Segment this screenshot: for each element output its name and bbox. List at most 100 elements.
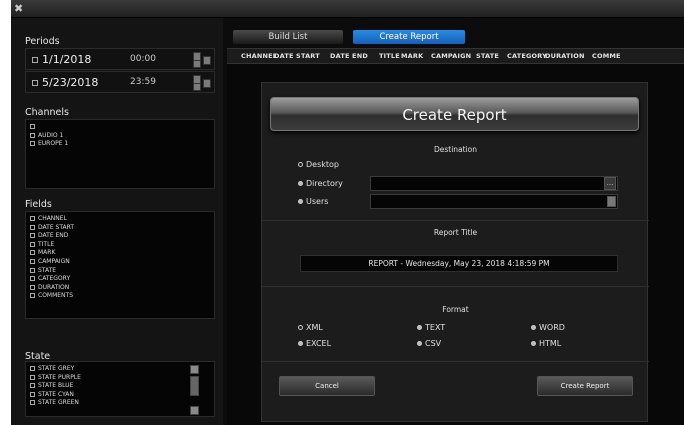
format-csv-option[interactable]: CSV bbox=[417, 339, 441, 348]
period-start-time[interactable]: 00:00 bbox=[130, 54, 156, 64]
state-item[interactable]: STATE CYAN bbox=[30, 391, 210, 400]
users-dropdown-icon[interactable] bbox=[607, 196, 616, 207]
channel-item[interactable]: EUROPE 1 bbox=[30, 140, 210, 149]
state-item[interactable]: STATE BLUE bbox=[30, 382, 210, 391]
divider bbox=[262, 286, 649, 287]
list-item-checkbox[interactable] bbox=[30, 391, 35, 397]
column-header[interactable]: STATE bbox=[476, 52, 499, 60]
list-item-checkbox[interactable] bbox=[30, 400, 35, 406]
destination-desktop-radio[interactable] bbox=[298, 162, 303, 167]
format-excel-radio[interactable] bbox=[298, 341, 303, 346]
format-excel-option[interactable]: EXCEL bbox=[298, 339, 331, 348]
field-item[interactable]: CAMPAIGN bbox=[30, 258, 210, 267]
period-start-date[interactable]: 1/1/2018 bbox=[42, 53, 91, 66]
format-csv-radio[interactable] bbox=[417, 341, 422, 346]
channel-item[interactable]: AUDIO 1 bbox=[30, 132, 210, 141]
destination-label: Destination bbox=[433, 145, 478, 154]
field-item[interactable]: MARK bbox=[30, 249, 210, 258]
format-word-option[interactable]: WORD bbox=[531, 323, 565, 332]
state-item[interactable]: STATE GREEN bbox=[30, 399, 210, 408]
directory-path-input[interactable]: ... bbox=[370, 176, 618, 191]
create-report-dialog: Create Report Destination Desktop Direct… bbox=[261, 82, 649, 422]
list-item-checkbox[interactable] bbox=[30, 216, 35, 221]
column-header[interactable]: TITLE bbox=[379, 52, 400, 60]
cancel-button[interactable]: Cancel bbox=[279, 376, 375, 396]
field-item[interactable]: DATE START bbox=[30, 224, 210, 233]
destination-users-radio[interactable] bbox=[298, 199, 303, 204]
list-item-checkbox[interactable] bbox=[30, 374, 35, 380]
state-scroll-down[interactable] bbox=[190, 406, 199, 415]
app-logo-icon[interactable]: ✖ bbox=[14, 3, 26, 15]
report-title-input[interactable]: REPORT - Wednesday, May 23, 2018 4:18:59… bbox=[300, 255, 618, 272]
list-item-checkbox[interactable] bbox=[30, 233, 35, 239]
channel-item[interactable] bbox=[30, 123, 210, 132]
format-word-radio[interactable] bbox=[531, 325, 536, 330]
field-item[interactable]: TITLE bbox=[30, 241, 210, 250]
create-report-button[interactable]: Create Report bbox=[537, 376, 633, 396]
column-header[interactable]: DURATION bbox=[545, 52, 585, 60]
list-item-checkbox[interactable] bbox=[30, 293, 35, 299]
field-item[interactable]: DATE END bbox=[30, 232, 210, 241]
list-item-checkbox[interactable] bbox=[30, 258, 35, 264]
field-item[interactable]: CHANNEL bbox=[30, 215, 210, 224]
format-xml-option[interactable]: XML bbox=[298, 323, 323, 332]
format-html-radio[interactable] bbox=[531, 341, 536, 346]
destination-users-option[interactable]: Users bbox=[298, 197, 328, 206]
list-item-checkbox[interactable] bbox=[30, 141, 35, 147]
list-item-checkbox[interactable] bbox=[30, 383, 35, 389]
column-header[interactable]: MARK bbox=[401, 52, 423, 60]
period-end-time[interactable]: 23:59 bbox=[130, 77, 156, 87]
list-item-checkbox[interactable] bbox=[30, 284, 35, 290]
column-header[interactable]: CAMPAIGN bbox=[431, 52, 471, 60]
state-list[interactable]: STATE GREY STATE PURPLE STATE BLUE STATE CY… bbox=[25, 361, 215, 417]
field-item[interactable]: CATEGORY bbox=[30, 275, 210, 284]
format-text-radio[interactable] bbox=[417, 325, 422, 330]
tab-create-report[interactable]: Create Report bbox=[353, 30, 465, 44]
users-select[interactable] bbox=[370, 194, 618, 209]
dialog-header: Create Report bbox=[270, 97, 639, 131]
channels-list[interactable]: AUDIO 1 EUROPE 1 bbox=[25, 119, 215, 189]
column-header[interactable]: DATE START bbox=[274, 52, 320, 60]
browse-button[interactable]: ... bbox=[604, 177, 616, 190]
destination-directory-option[interactable]: Directory bbox=[298, 179, 343, 188]
format-label: Format bbox=[442, 305, 469, 314]
state-scroll-up[interactable] bbox=[190, 365, 199, 374]
dialog-title: Create Report bbox=[402, 106, 507, 124]
period-end-calendar-button[interactable] bbox=[203, 79, 211, 88]
list-item-checkbox[interactable] bbox=[30, 276, 35, 282]
field-item[interactable]: STATE bbox=[30, 267, 210, 276]
destination-desktop-option[interactable]: Desktop bbox=[298, 160, 339, 169]
list-item-checkbox[interactable] bbox=[30, 241, 35, 247]
channels-label: Channels bbox=[25, 107, 69, 118]
format-html-option[interactable]: HTML bbox=[531, 339, 561, 348]
period-start-calendar-button[interactable] bbox=[203, 56, 211, 65]
tab-build-list[interactable]: Build List bbox=[233, 30, 343, 44]
list-item-checkbox[interactable] bbox=[30, 267, 35, 273]
fields-list[interactable]: CHANNEL DATE START DATE END TITLE MARK CAMPAI… bbox=[25, 211, 215, 319]
period-end-checkbox[interactable] bbox=[32, 80, 38, 86]
period-start-checkbox[interactable] bbox=[32, 57, 38, 63]
period-end-date[interactable]: 5/23/2018 bbox=[42, 76, 98, 89]
list-item-checkbox[interactable] bbox=[30, 224, 35, 230]
column-header[interactable]: COMME bbox=[592, 52, 621, 60]
column-header[interactable]: CATEGORY bbox=[507, 52, 547, 60]
state-item[interactable]: STATE GREY bbox=[30, 365, 210, 374]
destination-directory-radio[interactable] bbox=[298, 181, 303, 186]
list-item-checkbox[interactable] bbox=[30, 124, 35, 129]
column-header[interactable]: CHANNEL bbox=[241, 52, 277, 60]
report-title-label: Report Title bbox=[433, 228, 478, 237]
format-text-option[interactable]: TEXT bbox=[417, 323, 445, 332]
period-start-spin-down[interactable] bbox=[193, 60, 201, 68]
list-item-checkbox[interactable] bbox=[30, 250, 35, 256]
field-item[interactable]: DURATION bbox=[30, 284, 210, 293]
format-xml-radio[interactable] bbox=[298, 325, 303, 330]
title-bar: ✖ bbox=[11, 0, 684, 18]
state-scrollbar[interactable] bbox=[190, 376, 199, 396]
list-item-checkbox[interactable] bbox=[30, 366, 35, 371]
field-item[interactable]: COMMENTS bbox=[30, 292, 210, 301]
state-item[interactable]: STATE PURPLE bbox=[30, 374, 210, 383]
list-item-checkbox[interactable] bbox=[30, 132, 35, 138]
divider bbox=[262, 361, 649, 362]
column-header[interactable]: DATE END bbox=[330, 52, 368, 60]
period-end-spin-down[interactable] bbox=[193, 83, 201, 91]
